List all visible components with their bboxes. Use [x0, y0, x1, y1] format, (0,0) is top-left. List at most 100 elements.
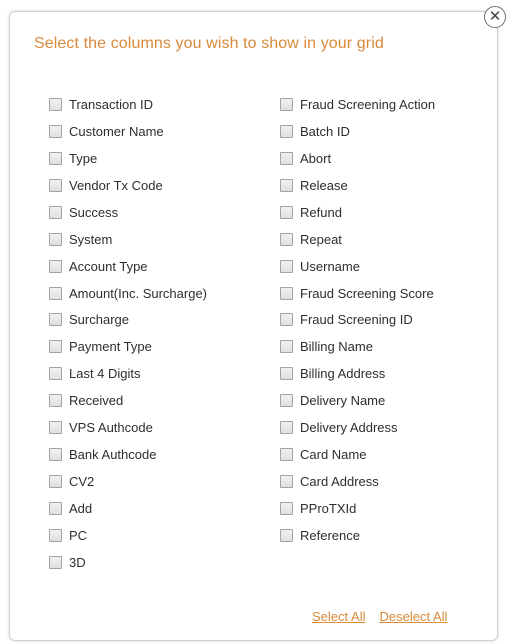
- column-option[interactable]: Fraud Screening Score: [280, 280, 435, 307]
- checkbox[interactable]: [49, 313, 62, 327]
- column-option-label: System: [69, 231, 113, 247]
- checkbox[interactable]: [49, 178, 62, 192]
- column-option[interactable]: Card Name: [280, 441, 435, 468]
- column-list-left: Transaction ID Customer Name Type Vendor…: [49, 91, 207, 576]
- column-option[interactable]: Fraud Screening ID: [280, 307, 435, 334]
- column-option-label: Card Address: [300, 474, 379, 490]
- checkbox[interactable]: [49, 340, 62, 354]
- column-option-label: 3D: [69, 554, 86, 570]
- checkbox[interactable]: [49, 232, 62, 246]
- column-option[interactable]: Bank Authcode: [49, 441, 207, 468]
- column-option[interactable]: PProTXId: [280, 495, 435, 522]
- column-option-label: Account Type: [69, 258, 148, 274]
- checkbox[interactable]: [49, 502, 62, 516]
- column-option[interactable]: Billing Address: [280, 360, 435, 387]
- checkbox[interactable]: [49, 448, 62, 462]
- column-option[interactable]: Abort: [280, 145, 435, 172]
- checkbox[interactable]: [49, 475, 62, 489]
- checkbox[interactable]: [49, 367, 62, 381]
- checkbox[interactable]: [280, 232, 293, 246]
- column-option-label: PProTXId: [300, 501, 357, 517]
- column-option-label: Add: [69, 501, 93, 517]
- column-option-label: Last 4 Digits: [69, 366, 141, 382]
- column-option-label: Customer Name: [69, 123, 164, 139]
- checkbox[interactable]: [280, 286, 293, 300]
- column-option[interactable]: Account Type: [49, 253, 207, 280]
- checkbox[interactable]: [49, 259, 62, 273]
- checkbox[interactable]: [280, 502, 293, 516]
- column-option[interactable]: Refund: [280, 199, 435, 226]
- checkbox[interactable]: [49, 555, 62, 569]
- column-option-label: Surcharge: [69, 312, 129, 328]
- checkbox[interactable]: [280, 421, 293, 435]
- checkbox[interactable]: [280, 394, 293, 408]
- checkbox[interactable]: [49, 421, 62, 435]
- checkbox[interactable]: [280, 124, 293, 138]
- checkbox[interactable]: [280, 313, 293, 327]
- dialog-title: Select the columns you wish to show in y…: [34, 35, 384, 52]
- column-option-label: Card Name: [300, 447, 367, 463]
- column-option[interactable]: Reference: [280, 522, 435, 549]
- column-option[interactable]: Transaction ID: [49, 91, 207, 118]
- column-option-label: Delivery Address: [300, 420, 398, 436]
- checkbox[interactable]: [49, 97, 62, 111]
- checkbox[interactable]: [280, 178, 293, 192]
- column-option-label: VPS Authcode: [69, 420, 153, 436]
- checkbox[interactable]: [280, 367, 293, 381]
- checkbox[interactable]: [49, 394, 62, 408]
- deselect-all-link[interactable]: Deselect All: [379, 609, 447, 624]
- column-option-label: Success: [69, 204, 119, 220]
- column-option-label: Fraud Screening Score: [300, 285, 434, 301]
- column-option[interactable]: Billing Name: [280, 333, 435, 360]
- column-option[interactable]: Fraud Screening Action: [280, 91, 435, 118]
- column-option[interactable]: Amount(Inc. Surcharge): [49, 280, 207, 307]
- checkbox[interactable]: [280, 205, 293, 219]
- column-option-label: Type: [69, 150, 98, 166]
- checkbox[interactable]: [49, 205, 62, 219]
- checkbox[interactable]: [49, 528, 62, 542]
- column-option[interactable]: System: [49, 226, 207, 253]
- checkbox[interactable]: [280, 528, 293, 542]
- checkbox[interactable]: [49, 124, 62, 138]
- column-option[interactable]: Vendor Tx Code: [49, 172, 207, 199]
- column-option[interactable]: Payment Type: [49, 333, 207, 360]
- column-option-label: Billing Name: [300, 339, 373, 355]
- checkbox[interactable]: [280, 151, 293, 165]
- column-option[interactable]: Surcharge: [49, 307, 207, 334]
- column-option[interactable]: Batch ID: [280, 118, 435, 145]
- close-icon[interactable]: ✕: [484, 6, 506, 28]
- column-option-label: Vendor Tx Code: [69, 177, 163, 193]
- checkbox[interactable]: [49, 151, 62, 165]
- checkbox[interactable]: [280, 259, 293, 273]
- column-option[interactable]: Received: [49, 387, 207, 414]
- column-option[interactable]: Delivery Name: [280, 387, 435, 414]
- column-option[interactable]: Success: [49, 199, 207, 226]
- column-option[interactable]: PC: [49, 522, 207, 549]
- checkbox[interactable]: [280, 475, 293, 489]
- column-option[interactable]: Username: [280, 253, 435, 280]
- select-all-link[interactable]: Select All: [312, 609, 365, 624]
- column-option-label: Billing Address: [300, 366, 386, 382]
- column-option[interactable]: Repeat: [280, 226, 435, 253]
- column-option[interactable]: Card Address: [280, 468, 435, 495]
- checkbox[interactable]: [280, 97, 293, 111]
- column-option[interactable]: VPS Authcode: [49, 414, 207, 441]
- column-option[interactable]: 3D: [49, 549, 207, 576]
- checkbox[interactable]: [280, 340, 293, 354]
- column-option[interactable]: Delivery Address: [280, 414, 435, 441]
- column-option-label: Bank Authcode: [69, 447, 157, 463]
- column-option[interactable]: CV2: [49, 468, 207, 495]
- checkbox[interactable]: [49, 286, 62, 300]
- column-option[interactable]: Release: [280, 172, 435, 199]
- column-option-label: Refund: [300, 204, 342, 220]
- column-option[interactable]: Customer Name: [49, 118, 207, 145]
- column-option[interactable]: Last 4 Digits: [49, 360, 207, 387]
- column-option[interactable]: Type: [49, 145, 207, 172]
- column-option-label: Delivery Name: [300, 393, 386, 409]
- checkbox[interactable]: [280, 448, 293, 462]
- column-option-label: PC: [69, 527, 88, 543]
- column-option[interactable]: Add: [49, 495, 207, 522]
- column-option-label: Release: [300, 177, 348, 193]
- column-option-label: Repeat: [300, 231, 342, 247]
- column-option-label: Reference: [300, 527, 360, 543]
